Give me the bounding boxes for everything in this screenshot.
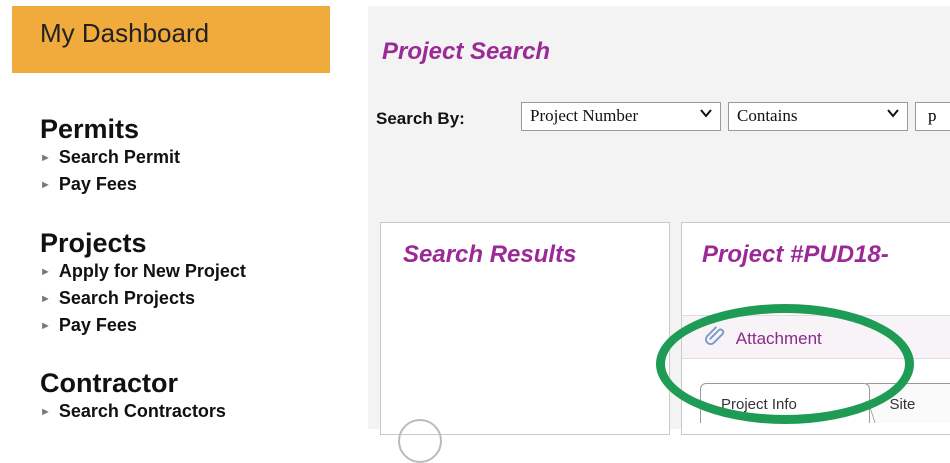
triangle-bullet-icon: ►	[40, 179, 51, 191]
tab-site[interactable]: Site	[861, 383, 950, 423]
tab-project-info[interactable]: Project Info	[700, 383, 870, 423]
search-results-title: Search Results	[403, 241, 577, 268]
triangle-bullet-icon: ►	[40, 320, 51, 332]
paperclip-icon	[704, 326, 736, 348]
apply-new-project-link[interactable]: ► Apply for New Project	[40, 258, 246, 285]
contractor-section: Contractor ► Search Contractors	[40, 368, 226, 425]
permits-section: Permits ► Search Permit ► Pay Fees	[40, 114, 180, 198]
search-results-panel: Search Results	[380, 222, 670, 435]
search-contractors-link[interactable]: ► Search Contractors	[40, 398, 226, 425]
search-by-label: Search By:	[376, 109, 465, 128]
projects-heading: Projects	[40, 228, 147, 258]
triangle-bullet-icon: ►	[40, 406, 51, 418]
project-detail-title: Project #PUD18-	[702, 241, 889, 268]
triangle-bullet-icon: ►	[40, 152, 51, 164]
my-dashboard-button[interactable]: My Dashboard	[12, 6, 330, 73]
search-input[interactable]: p	[915, 102, 950, 131]
chevron-down-icon	[698, 105, 714, 126]
contractor-heading: Contractor	[40, 368, 179, 398]
project-search-title: Project Search	[382, 38, 551, 65]
search-permit-link[interactable]: ► Search Permit	[40, 144, 180, 171]
chevron-down-icon	[885, 105, 901, 126]
triangle-bullet-icon: ►	[40, 266, 51, 278]
attachment-link[interactable]: Attachment	[704, 326, 822, 349]
search-projects-link[interactable]: ► Search Projects	[40, 285, 246, 312]
permits-pay-fees-link[interactable]: ► Pay Fees	[40, 171, 180, 198]
main-content: Project Search Search By: Project Number…	[368, 6, 950, 435]
permits-heading: Permits	[40, 114, 140, 144]
attachment-bar: Attachment	[682, 315, 950, 359]
search-operator-select[interactable]: Contains	[728, 102, 908, 131]
project-detail-panel: Project #PUD18- Attachment Site Project …	[681, 222, 950, 435]
projects-pay-fees-link[interactable]: ► Pay Fees	[40, 312, 246, 339]
scroll-indicator	[398, 419, 442, 463]
search-field-select[interactable]: Project Number	[521, 102, 721, 131]
triangle-bullet-icon: ►	[40, 293, 51, 305]
projects-section: Projects ► Apply for New Project ► Search …	[40, 228, 246, 339]
